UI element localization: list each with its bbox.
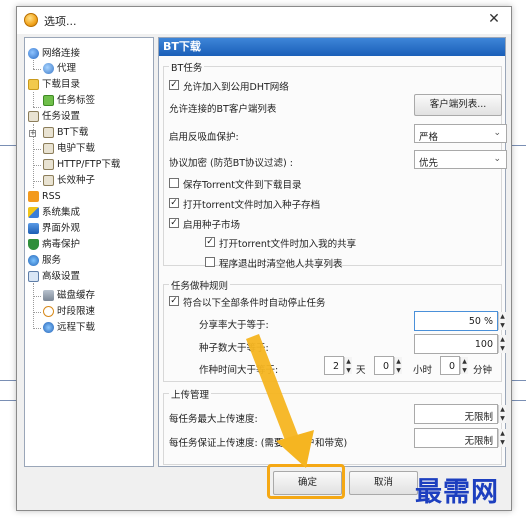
encryption-label: 协议加密 (防范BT协议过滤) : bbox=[169, 158, 293, 169]
max-upload-label: 每任务最大上传速度: bbox=[169, 414, 258, 425]
seed-time-label: 作种时间大于等于: bbox=[199, 365, 279, 376]
tree-connector bbox=[33, 283, 34, 329]
folder-icon bbox=[28, 79, 39, 90]
seed-market-label: 启用种子市场 bbox=[183, 220, 241, 231]
options-dialog: 选项... ✕ 网络连接 代理 下载目录 任务标签 任务设置 + BT下载 电驴… bbox=[16, 6, 512, 511]
bt-task-group-label: BT任务 bbox=[169, 60, 205, 74]
tree-connector bbox=[33, 165, 41, 166]
guarantee-upload-label: 每任务保证上传速度: (需要 的用户和带宽) bbox=[169, 438, 348, 449]
max-upload-spinner[interactable]: ▲ ▼ bbox=[498, 405, 506, 423]
tree-connector bbox=[33, 107, 41, 108]
remote-icon bbox=[43, 322, 54, 333]
shield-icon bbox=[28, 239, 39, 250]
minutes-unit: 分钟 bbox=[473, 365, 493, 376]
open-torrent-seed-checkbox[interactable]: ✓ bbox=[169, 198, 179, 208]
clear-on-exit-label: 程序退出时清空他人共享列表 bbox=[219, 259, 343, 270]
bt-settings-panel: BT下载 BT任务 ✓ 允许加入到公用DHT网络 允许连接的BT客户端列表 客户… bbox=[158, 37, 507, 467]
bt-page-icon bbox=[43, 127, 54, 138]
advanced-icon bbox=[28, 271, 39, 282]
integration-icon bbox=[28, 207, 39, 218]
hours-unit: 小时 bbox=[413, 365, 433, 376]
auto-stop-label: 符合以下全部条件时自动停止任务 bbox=[183, 298, 326, 309]
app-icon bbox=[24, 13, 38, 27]
tree-connector bbox=[33, 149, 41, 150]
tree-connector bbox=[33, 69, 41, 70]
seeds-label: 种子数大于等于: bbox=[199, 343, 269, 354]
encryption-select[interactable]: 优先 ⌄ bbox=[414, 150, 507, 169]
auto-stop-checkbox[interactable]: ✓ bbox=[169, 296, 179, 306]
settings-tree: 网络连接 代理 下载目录 任务标签 任务设置 + BT下载 电驴下载 HTTP/… bbox=[24, 37, 154, 467]
leech-protection-label: 启用反吸血保护: bbox=[169, 132, 239, 143]
tag-icon bbox=[43, 95, 54, 106]
ratio-spinner[interactable]: ▲ ▼ bbox=[498, 312, 506, 330]
tree-connector bbox=[33, 328, 41, 329]
share-on-open-checkbox[interactable]: ✓ bbox=[205, 237, 215, 247]
seed-page-icon bbox=[43, 175, 54, 186]
close-icon[interactable]: ✕ bbox=[485, 10, 503, 28]
save-torrent-checkbox[interactable] bbox=[169, 178, 179, 188]
settings-page-icon bbox=[28, 111, 39, 122]
days-unit: 天 bbox=[356, 365, 366, 376]
hours-input[interactable]: 0 bbox=[374, 356, 394, 375]
services-icon bbox=[28, 255, 39, 266]
hours-spinner[interactable]: ▲ ▼ bbox=[394, 357, 402, 374]
cancel-button[interactable]: 取消 bbox=[349, 471, 418, 495]
client-list-button[interactable]: 客户端列表... bbox=[414, 94, 502, 116]
chevron-down-icon: ⌄ bbox=[493, 128, 501, 138]
ratio-label: 分享率大于等于: bbox=[199, 320, 269, 331]
dialog-title: 选项... bbox=[44, 15, 77, 28]
upload-management-group-label: 上传管理 bbox=[169, 387, 212, 401]
title-bar: 选项... ✕ bbox=[17, 7, 511, 34]
share-on-open-label: 打开torrent文件时加入我的共享 bbox=[219, 239, 357, 250]
rss-icon bbox=[28, 191, 39, 202]
allow-dht-label: 允许加入到公用DHT网络 bbox=[183, 82, 289, 93]
chevron-down-icon: ⌄ bbox=[493, 154, 501, 164]
appearance-icon bbox=[28, 223, 39, 234]
minutes-spinner[interactable]: ▲ ▼ bbox=[460, 357, 468, 374]
days-spinner[interactable]: ▲ ▼ bbox=[344, 357, 352, 374]
guarantee-upload-spinner[interactable]: ▲ ▼ bbox=[498, 429, 506, 447]
clock-icon bbox=[43, 306, 54, 317]
ok-button-highlight bbox=[267, 464, 345, 499]
days-input[interactable]: 2 bbox=[324, 356, 344, 375]
seed-market-checkbox[interactable]: ✓ bbox=[169, 218, 179, 228]
guarantee-upload-input[interactable]: 无限制 bbox=[414, 428, 498, 448]
tree-connector bbox=[33, 181, 41, 182]
max-upload-input[interactable]: 无限制 bbox=[414, 404, 498, 424]
tree-connector bbox=[33, 92, 34, 107]
http-page-icon bbox=[43, 159, 54, 170]
clear-on-exit-checkbox[interactable] bbox=[205, 257, 215, 267]
save-torrent-label: 保存Torrent文件到下载目录 bbox=[183, 180, 302, 191]
allow-dht-checkbox[interactable]: ✓ bbox=[169, 80, 179, 90]
globe-icon bbox=[28, 48, 39, 59]
seeding-rules-group-label: 任务做种规则 bbox=[169, 278, 231, 292]
tree-connector bbox=[33, 312, 41, 313]
watermark: 最需网 bbox=[415, 477, 499, 508]
expand-toggle[interactable]: + bbox=[29, 130, 36, 137]
minutes-input[interactable]: 0 bbox=[440, 356, 460, 375]
emule-page-icon bbox=[43, 143, 54, 154]
leech-protection-select[interactable]: 严格 ⌄ bbox=[414, 124, 507, 143]
seeds-input[interactable]: 100 bbox=[414, 334, 498, 354]
proxy-icon bbox=[43, 63, 54, 74]
panel-header: BT下载 bbox=[159, 38, 505, 56]
ratio-input[interactable]: 50 % bbox=[414, 311, 498, 331]
open-torrent-seed-label: 打开torrent文件时加入种子存档 bbox=[183, 200, 321, 211]
seeds-spinner[interactable]: ▲ ▼ bbox=[498, 335, 506, 353]
disk-icon bbox=[43, 290, 54, 301]
allowed-clients-label: 允许连接的BT客户端列表 bbox=[169, 104, 277, 115]
tree-connector bbox=[33, 296, 41, 297]
